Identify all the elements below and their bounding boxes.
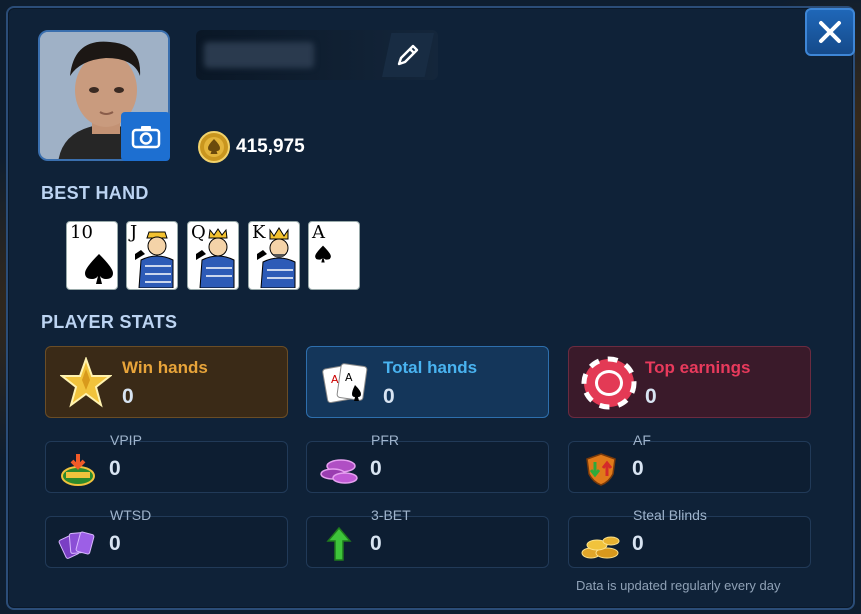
- player-stats-title: PLAYER STATS: [41, 312, 178, 332]
- stat-label: Win hands: [122, 358, 208, 377]
- spade-icon: [85, 254, 113, 284]
- card-a-spades: A: [308, 221, 360, 290]
- close-icon: [819, 21, 841, 43]
- stat-label: Steal Blinds: [633, 507, 707, 523]
- pfr-stat: PFR 0: [306, 432, 549, 493]
- chips-balance: 415,975: [198, 131, 305, 163]
- svg-text:A: A: [331, 373, 339, 386]
- stat-label: WTSD: [110, 507, 152, 523]
- stat-label: 3-BET: [371, 507, 411, 523]
- poker-chip-icon: [581, 356, 637, 410]
- stat-label: Total hands: [383, 358, 478, 377]
- green-arrow-up-icon: [326, 527, 352, 561]
- best-hand-title: BEST HAND: [41, 183, 149, 203]
- blurred-player-name: [204, 42, 314, 68]
- pencil-icon: [397, 44, 419, 66]
- card-j-spades: J: [126, 221, 178, 290]
- card-fan-icon: [58, 531, 95, 559]
- af-stat: AF 0: [568, 432, 811, 493]
- stat-value: 0: [632, 532, 644, 555]
- update-note: Data is updated regularly every day: [576, 578, 781, 593]
- chips-stack-icon: [320, 459, 358, 484]
- edit-name-button[interactable]: [382, 33, 434, 77]
- stat-label: VPIP: [110, 432, 142, 448]
- stat-value: 0: [383, 385, 395, 408]
- stat-value: 0: [109, 532, 121, 555]
- svg-text:A: A: [345, 371, 353, 384]
- stat-value: 0: [370, 532, 382, 555]
- jack-face-icon: [135, 231, 174, 288]
- top-earnings-stat: Top earnings 0: [568, 346, 811, 418]
- player-name-field: [196, 30, 438, 80]
- card-k-spades: K: [248, 221, 300, 290]
- queen-face-icon: [196, 228, 235, 288]
- gold-coins-icon: [581, 536, 620, 559]
- king-face-icon: [257, 227, 296, 288]
- money-pot-icon: [61, 454, 95, 486]
- gold-chip-icon: [198, 131, 230, 163]
- win-hands-stat: Win hands 0: [45, 346, 288, 418]
- spade-icon: [315, 245, 331, 263]
- shield-arrows-icon: [586, 453, 616, 486]
- vpip-stat: VPIP 0: [45, 432, 288, 493]
- stat-value: 0: [370, 457, 382, 480]
- stat-value: 0: [632, 457, 644, 480]
- stat-value: 0: [645, 385, 657, 408]
- card-rank: A: [312, 222, 325, 243]
- star-icon: [60, 357, 112, 408]
- card-rank: 10: [70, 222, 93, 243]
- stat-label: AF: [633, 432, 651, 448]
- stat-value: 0: [109, 457, 121, 480]
- camera-icon: [131, 125, 160, 148]
- stat-value: 0: [122, 385, 134, 408]
- card-10-spades: 10: [66, 221, 118, 290]
- close-button[interactable]: [805, 8, 855, 56]
- steal-blinds-stat: Steal Blinds 0: [568, 507, 811, 568]
- total-hands-stat: A A Total hands 0: [306, 346, 549, 418]
- playing-cards-icon: A A: [322, 363, 368, 404]
- chips-value: 415,975: [236, 136, 305, 157]
- stat-label: PFR: [371, 432, 399, 448]
- stat-label: Top earnings: [645, 358, 751, 377]
- change-photo-button[interactable]: [121, 112, 170, 161]
- wtsd-stat: WTSD 0: [45, 507, 288, 568]
- three-bet-stat: 3-BET 0: [306, 507, 549, 568]
- card-q-spades: Q: [187, 221, 239, 290]
